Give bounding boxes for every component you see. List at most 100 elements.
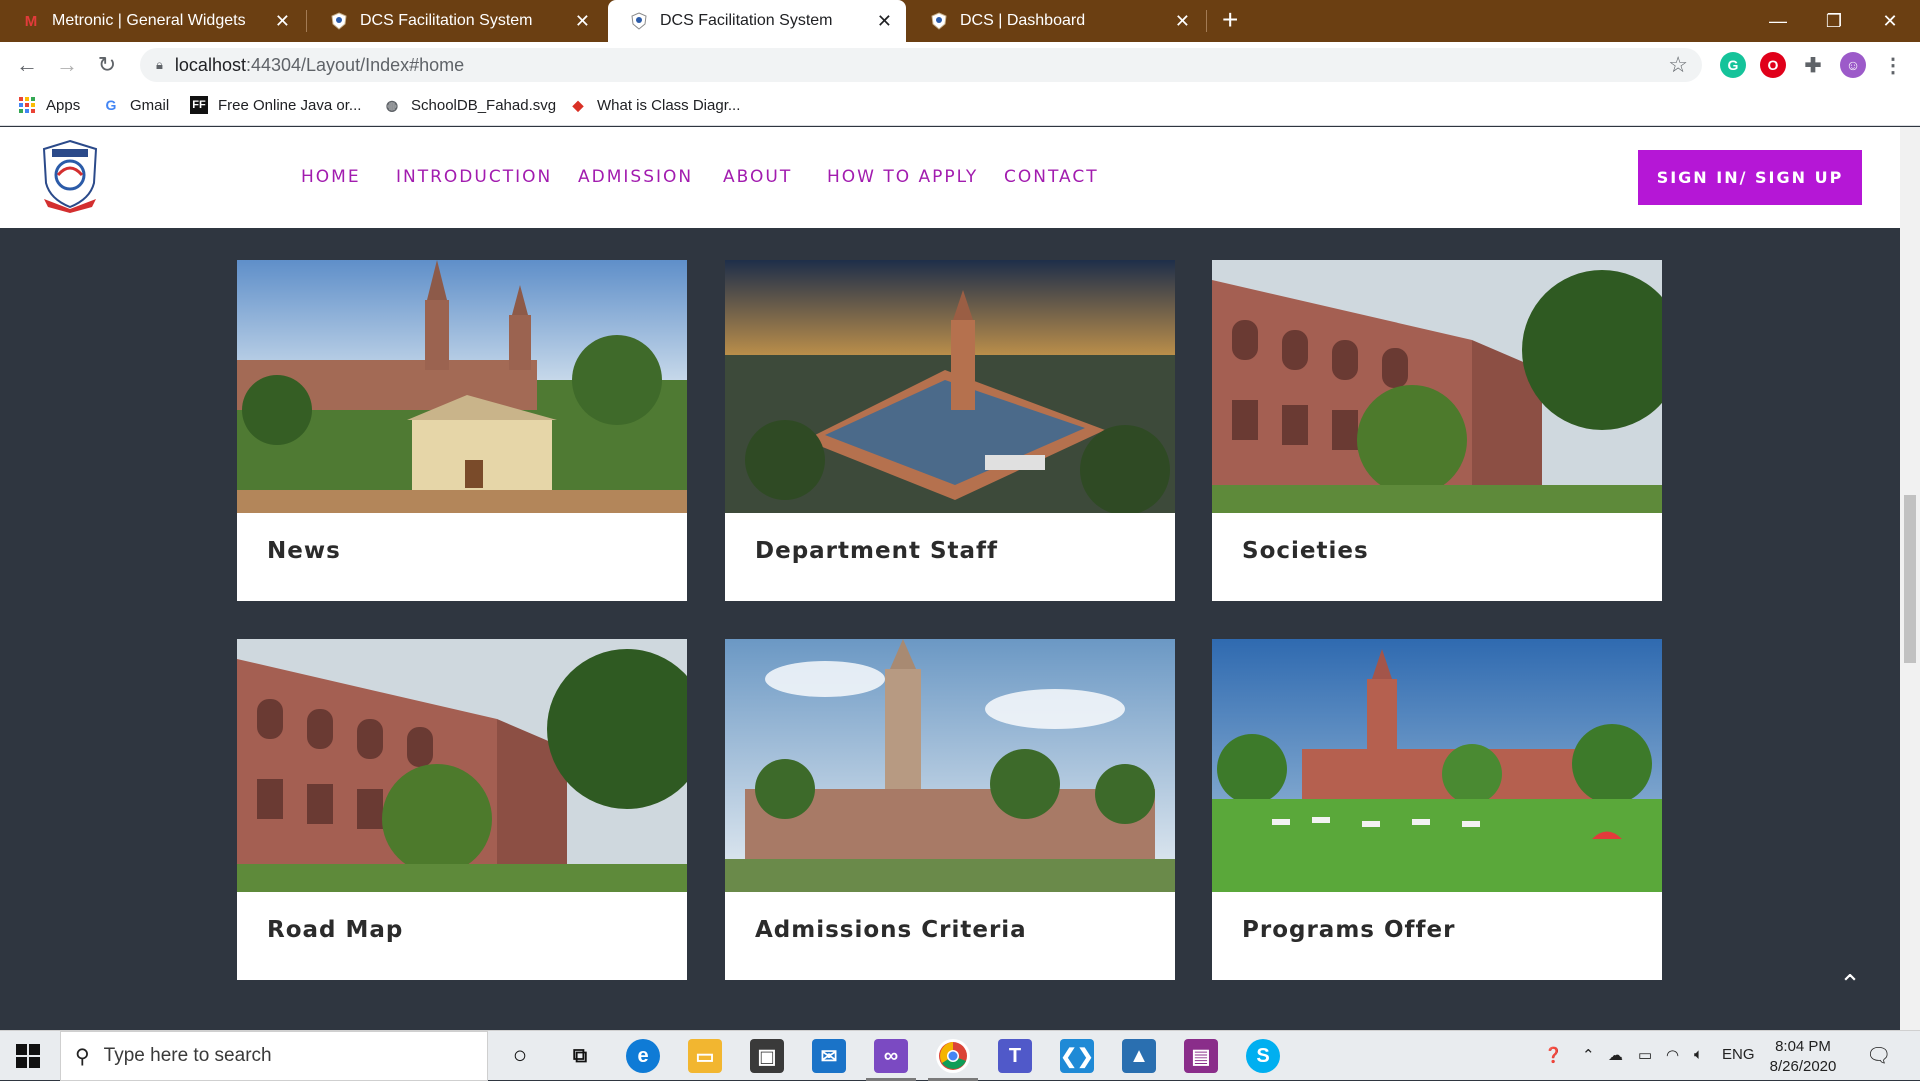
tab-title: DCS Facilitation System — [660, 12, 833, 29]
google-icon: G — [105, 97, 117, 113]
onedrive-icon[interactable]: ☁ — [1608, 1046, 1623, 1064]
skype-icon[interactable]: S — [1246, 1039, 1280, 1073]
volume-icon[interactable]: 🔈︎ — [1694, 1046, 1703, 1063]
help-icon[interactable]: ❓ — [1544, 1046, 1563, 1064]
campus-photo — [237, 639, 687, 892]
apps-grid-icon — [18, 96, 36, 114]
browser-tab-bar: M Metronic | General Widgets ✕ DCS Facil… — [0, 0, 1920, 42]
nav-admission[interactable]: ADMISSION — [578, 167, 693, 187]
vscode-icon[interactable]: ❮❯ — [1060, 1039, 1094, 1073]
photos-icon[interactable]: ▲ — [1122, 1039, 1156, 1073]
window-close-icon[interactable]: ✕ — [1862, 0, 1918, 42]
bookmark-gmail[interactable]: G Gmail — [102, 96, 170, 114]
new-tab-icon[interactable]: + — [1222, 4, 1238, 36]
tab-dcs-1[interactable]: DCS Facilitation System ✕ — [308, 0, 604, 42]
battery-icon[interactable]: ▭ — [1638, 1046, 1652, 1064]
grammarly-icon[interactable]: G — [1720, 52, 1746, 78]
metronic-icon: M — [24, 12, 38, 30]
campus-photo — [725, 260, 1175, 513]
card-admissions-criteria[interactable]: Admissions Criteria — [725, 639, 1175, 980]
tab-separator — [306, 10, 307, 32]
campus-photo — [1212, 639, 1662, 892]
bookmark-label: What is Class Diagr... — [597, 96, 741, 114]
tab-title: DCS Facilitation System — [360, 12, 533, 29]
bookmark-schooldb[interactable]: ◍ SchoolDB_Fahad.svg — [383, 96, 556, 114]
file-explorer-icon[interactable]: ▭ — [688, 1039, 722, 1073]
card-societies[interactable]: Societies — [1212, 260, 1662, 601]
card-title: News — [267, 538, 341, 564]
edge-icon[interactable]: e — [626, 1039, 660, 1073]
card-news[interactable]: News — [237, 260, 687, 601]
winrar-icon[interactable]: ▤ — [1184, 1039, 1218, 1073]
bookmark-label: Free Online Java or... — [218, 96, 362, 114]
card-title: Programs Offer — [1242, 917, 1456, 943]
university-logo[interactable] — [40, 139, 100, 213]
mail-icon[interactable]: ✉ — [812, 1039, 846, 1073]
close-icon[interactable]: ✕ — [275, 11, 290, 32]
extensions-icon[interactable]: ✚ — [1800, 52, 1826, 78]
reload-icon[interactable]: ↻ — [92, 50, 122, 80]
bookmark-apps[interactable]: Apps — [18, 96, 80, 114]
tab-title: DCS | Dashboard — [960, 12, 1086, 29]
visual-studio-icon[interactable]: ∞ — [874, 1039, 908, 1073]
notifications-icon[interactable]: 🗨︎ — [1866, 1043, 1891, 1068]
taskbar-search-input[interactable]: ⚲ Type here to search — [60, 1031, 488, 1081]
close-icon[interactable]: ✕ — [575, 11, 590, 32]
card-title: Department Staff — [755, 538, 999, 564]
clock-time: 8:04 PM — [1775, 1038, 1831, 1055]
profile-avatar-icon[interactable]: ☺ — [1840, 52, 1866, 78]
sign-in-button[interactable]: SIGN IN/ SIGN UP — [1638, 150, 1862, 205]
close-icon[interactable]: ✕ — [877, 11, 892, 32]
bookmarks-bar: Apps G Gmail FF Free Online Java or... ◍… — [0, 88, 1920, 126]
chevron-up-icon[interactable]: ⌃ — [1582, 1046, 1595, 1064]
menu-kebab-icon[interactable]: ⋮ — [1880, 52, 1906, 78]
bookmark-java[interactable]: FF Free Online Java or... — [190, 96, 361, 114]
lock-icon: 🔒︎ — [156, 57, 163, 72]
card-department-staff[interactable]: Department Staff — [725, 260, 1175, 601]
dcs-shield-icon — [930, 12, 948, 30]
wifi-icon[interactable]: ◠ — [1666, 1046, 1679, 1064]
tab-dcs-dashboard[interactable]: DCS | Dashboard ✕ — [908, 0, 1204, 42]
nav-home[interactable]: HOME — [301, 167, 361, 187]
scroll-to-top-icon[interactable]: ⌃ — [1836, 969, 1864, 999]
url-host: localhost — [174, 54, 246, 75]
card-programs-offer[interactable]: Programs Offer — [1212, 639, 1662, 980]
nav-contact[interactable]: CONTACT — [1004, 167, 1099, 187]
nav-about[interactable]: ABOUT — [723, 167, 792, 187]
page-viewport: HOME INTRODUCTION ADMISSION ABOUT HOW TO… — [0, 127, 1900, 1030]
scrollbar-thumb[interactable] — [1904, 495, 1916, 663]
dcs-shield-icon — [330, 12, 348, 30]
restore-icon[interactable]: ❐ — [1806, 0, 1862, 42]
ff-icon: FF — [190, 96, 208, 114]
language-indicator[interactable]: ENG — [1722, 1046, 1755, 1063]
bookmark-label: Gmail — [130, 96, 170, 114]
windows-taskbar: ⚲ Type here to search ○ ⧉ e ▭ ▣ ✉ ∞ T ❮❯… — [0, 1030, 1920, 1081]
store-icon[interactable]: ▣ — [750, 1039, 784, 1073]
minimize-icon[interactable]: — — [1750, 0, 1806, 42]
teams-icon[interactable]: T — [998, 1039, 1032, 1073]
nav-introduction[interactable]: INTRODUCTION — [396, 167, 552, 187]
windows-start-icon[interactable] — [16, 1044, 40, 1068]
tab-metronic[interactable]: M Metronic | General Widgets ✕ — [0, 0, 304, 42]
tab-dcs-active[interactable]: DCS Facilitation System ✕ — [608, 0, 906, 42]
task-view-icon[interactable]: ⧉ — [563, 1039, 597, 1073]
address-bar: ← → ↻ 🔒︎ localhost:44304/Layout/Index#ho… — [0, 42, 1920, 88]
nav-how-to-apply[interactable]: HOW TO APPLY — [827, 167, 978, 187]
cortana-icon[interactable]: ○ — [503, 1039, 537, 1073]
taskbar-clock[interactable]: 8:04 PM 8/26/2020 — [1758, 1037, 1848, 1077]
bookmark-star-icon[interactable]: ☆ — [1668, 52, 1688, 78]
card-title: Societies — [1242, 538, 1369, 564]
clock-date: 8/26/2020 — [1769, 1058, 1837, 1075]
close-icon[interactable]: ✕ — [1175, 11, 1190, 32]
card-road-map[interactable]: Road Map — [237, 639, 687, 980]
globe-icon: ◍ — [385, 96, 399, 113]
forward-icon[interactable]: → — [52, 50, 82, 80]
tab-title: Metronic | General Widgets — [52, 12, 246, 29]
campus-photo — [725, 639, 1175, 892]
chrome-icon[interactable] — [936, 1039, 970, 1073]
back-icon[interactable]: ← — [12, 50, 42, 80]
opera-icon[interactable]: O — [1760, 52, 1786, 78]
diamond-icon: ◆ — [572, 96, 584, 113]
bookmark-class-diagram[interactable]: ◆ What is Class Diagr... — [569, 96, 741, 114]
url-input[interactable]: 🔒︎ localhost:44304/Layout/Index#home ☆ — [140, 48, 1702, 82]
